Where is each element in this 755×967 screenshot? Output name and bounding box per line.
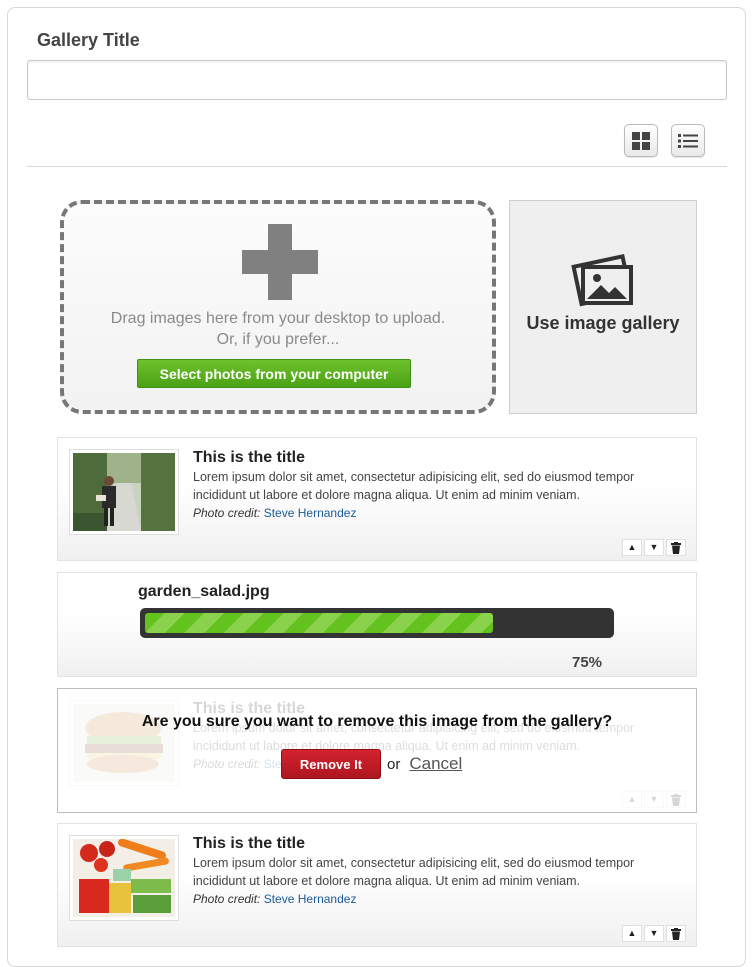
grid-view-button[interactable] [624, 124, 658, 157]
use-image-gallery-button[interactable]: Use image gallery [509, 200, 697, 414]
move-down-button[interactable]: ▼ [644, 539, 664, 556]
move-up-button[interactable]: ▲ [622, 539, 642, 556]
move-up-button: ▲ [622, 791, 642, 808]
list-icon [678, 133, 698, 148]
arrow-down-icon: ▼ [649, 928, 659, 938]
upload-progress-percent: 75% [572, 654, 603, 671]
credit-link[interactable]: Steve Hernandez [264, 892, 357, 906]
delete-button [666, 791, 686, 808]
gallery-title-label: Gallery Title [37, 30, 140, 50]
trash-icon [671, 541, 681, 554]
divider [27, 166, 727, 167]
man-in-garden-photo [73, 453, 175, 531]
credit-label: Photo credit: [193, 757, 261, 771]
gallery-title-input[interactable] [27, 60, 727, 100]
move-up-button[interactable]: ▲ [622, 925, 642, 942]
vegetables-photo [73, 839, 175, 917]
credit-label: Photo credit: [193, 892, 261, 906]
arrow-down-icon: ▼ [649, 542, 659, 552]
item-credit: Photo credit: Steve Hernandez [193, 892, 356, 906]
upload-dropzone[interactable]: Drag images here from your desktop to up… [60, 200, 496, 414]
remove-it-button[interactable]: Remove It [281, 749, 381, 779]
upload-progress-fill [145, 613, 493, 633]
upload-progress-bar [140, 608, 614, 638]
delete-button[interactable] [666, 539, 686, 556]
delete-button[interactable] [666, 925, 686, 942]
photos-icon [571, 254, 633, 307]
arrow-up-icon: ▲ [627, 928, 637, 938]
drag-instructions: Drag images here from your desktop to up… [110, 310, 446, 327]
list-view-button[interactable] [671, 124, 705, 157]
arrow-down-icon: ▼ [649, 794, 659, 804]
move-down-button[interactable]: ▼ [644, 925, 664, 942]
or-prefer-text: Or, if you prefer... [216, 331, 340, 348]
credit-label: Photo credit: [193, 506, 261, 520]
arrow-up-icon: ▲ [627, 542, 637, 552]
item-thumbnail[interactable] [69, 449, 179, 535]
grid-icon [632, 131, 650, 150]
cancel-link[interactable]: Cancel [409, 754, 462, 774]
plus-icon [242, 224, 318, 300]
item-thumbnail[interactable] [69, 835, 179, 921]
item-actions: ▲ ▼ [622, 539, 686, 556]
or-text: or [387, 755, 401, 773]
trash-icon [671, 793, 681, 806]
remove-confirm-actions: Remove It or Cancel [281, 749, 462, 779]
gallery-item: This is the title Lorem ipsum dolor sit … [57, 823, 697, 947]
remove-confirm-question: Are you sure you want to remove this ima… [141, 713, 613, 730]
item-description: Lorem ipsum dolor sit amet, consectetur … [193, 470, 635, 502]
upload-filename: garden_salad.jpg [138, 583, 270, 600]
gallery-item: This is the title Lorem ipsum dolor sit … [57, 437, 697, 561]
item-description: Lorem ipsum dolor sit amet, consectetur … [193, 856, 635, 888]
use-image-gallery-label: Use image gallery [526, 313, 680, 333]
trash-icon [671, 927, 681, 940]
item-actions: ▲ ▼ [622, 925, 686, 942]
uploading-item: garden_salad.jpg 75% [57, 572, 697, 677]
arrow-up-icon: ▲ [627, 794, 637, 804]
item-credit: Photo credit: Steve Hernandez [193, 506, 356, 520]
item-actions: ▲ ▼ [622, 791, 686, 808]
remove-confirmation-item: This is the title Lorem ipsum dolor sit … [57, 688, 697, 813]
item-title: This is the title [193, 449, 306, 466]
credit-link[interactable]: Steve Hernandez [264, 506, 357, 520]
move-down-button: ▼ [644, 791, 664, 808]
item-title: This is the title [193, 835, 306, 852]
select-photos-button[interactable]: Select photos from your computer [137, 359, 411, 388]
